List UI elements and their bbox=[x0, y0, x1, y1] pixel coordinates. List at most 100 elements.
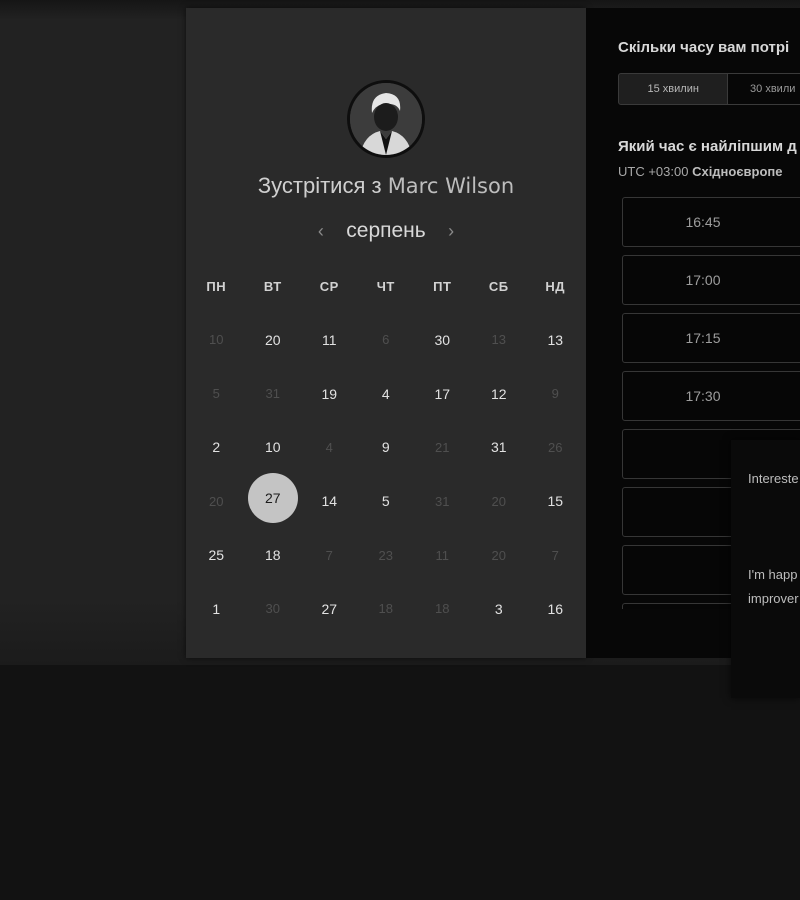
day-number: 12 bbox=[490, 385, 507, 402]
day-number: 16 bbox=[547, 600, 564, 617]
day-cell: 20 bbox=[471, 474, 528, 528]
time-slot-button[interactable]: 16:45 bbox=[622, 197, 800, 247]
day-cell[interactable]: 1 bbox=[188, 582, 245, 636]
day-number: 5 bbox=[212, 386, 220, 402]
day-cell[interactable]: 27 bbox=[301, 582, 358, 636]
day-number: 13 bbox=[547, 331, 564, 348]
calendar-panel: Зустрітися з Marc Wilson ‹ серпень › ПН … bbox=[186, 8, 586, 658]
day-number: 30 bbox=[265, 601, 280, 617]
day-number: 25 bbox=[208, 547, 225, 564]
day-cell-selected[interactable]: 27 bbox=[245, 473, 302, 528]
chat-message-paragraph: I'm happ insight ir use our p improver p… bbox=[748, 567, 800, 606]
day-cell: 18 bbox=[358, 582, 415, 636]
day-number: 10 bbox=[209, 332, 224, 348]
day-cell[interactable]: 14 bbox=[301, 474, 358, 528]
day-number: 23 bbox=[378, 547, 393, 563]
day-cell: 7 bbox=[301, 528, 358, 582]
day-cell: 31 bbox=[414, 474, 471, 528]
day-number: 2 bbox=[212, 439, 221, 456]
day-number: 31 bbox=[435, 493, 450, 509]
timezone-offset: UTC +03:00 bbox=[618, 164, 689, 179]
weekday-sun: НД bbox=[545, 279, 566, 294]
day-number: 18 bbox=[378, 601, 393, 617]
day-number: 30 bbox=[434, 331, 451, 348]
booking-widget: Зустрітися з Marc Wilson ‹ серпень › ПН … bbox=[186, 8, 800, 658]
day-cell[interactable]: 5 bbox=[358, 474, 415, 528]
page: Зустрітися з Marc Wilson ‹ серпень › ПН … bbox=[0, 0, 800, 900]
day-number: 7 bbox=[551, 547, 559, 563]
day-number: 4 bbox=[325, 439, 333, 455]
time-slot-button[interactable]: 17:15 bbox=[622, 313, 800, 363]
day-cell[interactable]: 17 bbox=[414, 367, 471, 421]
meeting-title: Зустрітися з Marc Wilson bbox=[186, 173, 586, 199]
day-cell[interactable]: 30 bbox=[414, 313, 471, 367]
day-cell[interactable]: 2 bbox=[188, 421, 245, 475]
day-number: 10 bbox=[264, 439, 281, 456]
day-number: 6 bbox=[382, 332, 390, 348]
day-cell: 4 bbox=[301, 421, 358, 475]
day-cell[interactable]: 12 bbox=[471, 367, 528, 421]
day-cell[interactable]: 3 bbox=[471, 582, 528, 636]
day-cell: 5 bbox=[188, 367, 245, 421]
host-name: Marc Wilson bbox=[387, 174, 515, 198]
day-cell: 13 bbox=[471, 313, 528, 367]
day-number: 31 bbox=[265, 386, 280, 402]
day-cell[interactable]: 4 bbox=[358, 367, 415, 421]
day-cell[interactable]: 16 bbox=[527, 582, 584, 636]
day-number: 14 bbox=[321, 493, 338, 510]
weekday-thu: ЧТ bbox=[376, 279, 395, 294]
day-cell: 23 bbox=[358, 528, 415, 582]
day-cell[interactable]: 15 bbox=[527, 474, 584, 528]
day-cell[interactable]: 25 bbox=[188, 528, 245, 582]
weekday-tue: ВТ bbox=[263, 279, 282, 294]
time-slot-button[interactable]: 17:30 bbox=[622, 371, 800, 421]
day-cell[interactable]: 9 bbox=[358, 421, 415, 475]
day-cell: 20 bbox=[188, 474, 245, 528]
duration-tab-30[interactable]: 30 хвили bbox=[728, 73, 800, 105]
month-navigation: ‹ серпень › bbox=[186, 219, 586, 249]
timezone-name[interactable]: Східноєвропе bbox=[692, 164, 782, 179]
time-slot-button[interactable]: 17:00 bbox=[622, 255, 800, 305]
weekday-fri: ПТ bbox=[433, 279, 452, 294]
timezone-label: UTC +03:00 Східноєвропе bbox=[618, 164, 783, 179]
day-number: 31 bbox=[490, 439, 507, 456]
day-number: 18 bbox=[435, 601, 450, 617]
day-number: 9 bbox=[381, 439, 390, 456]
duration-question: Скільки часу вам потрі bbox=[618, 39, 790, 56]
chat-popup[interactable]: Intereste Manage departm I'm happ insigh… bbox=[731, 440, 800, 698]
prev-month-icon[interactable]: ‹ bbox=[310, 221, 332, 242]
day-number: 13 bbox=[491, 332, 506, 348]
day-number: 26 bbox=[548, 439, 563, 455]
day-number: 7 bbox=[325, 547, 333, 563]
day-cell: 30 bbox=[245, 582, 302, 636]
duration-tab-15[interactable]: 15 хвилин bbox=[618, 73, 729, 105]
weekday-mon: ПН bbox=[206, 279, 227, 294]
chat-message-paragraph: Intereste Manage departm bbox=[748, 471, 800, 486]
day-number: 3 bbox=[494, 600, 503, 617]
month-label: серпень bbox=[346, 219, 426, 242]
day-number: 5 bbox=[381, 493, 390, 510]
host-avatar bbox=[347, 80, 425, 158]
day-cell: 7 bbox=[527, 528, 584, 582]
meeting-title-prefix: Зустрітися з bbox=[257, 173, 382, 198]
day-number: 15 bbox=[547, 493, 564, 510]
day-cell[interactable]: 11 bbox=[301, 313, 358, 367]
day-number: 21 bbox=[435, 439, 450, 455]
day-number: 1 bbox=[212, 600, 221, 617]
day-cell: 9 bbox=[527, 367, 584, 421]
day-number: 27 bbox=[247, 473, 298, 524]
day-cell[interactable]: 13 bbox=[527, 313, 584, 367]
day-number: 11 bbox=[321, 331, 337, 348]
day-number: 4 bbox=[381, 385, 390, 402]
day-number: 9 bbox=[551, 386, 559, 402]
day-cell[interactable]: 18 bbox=[245, 528, 302, 582]
day-number: 20 bbox=[491, 547, 506, 563]
day-cell[interactable]: 20 bbox=[245, 313, 302, 367]
weekday-wed: СР bbox=[319, 279, 339, 294]
day-cell: 21 bbox=[414, 421, 471, 475]
day-cell[interactable]: 10 bbox=[245, 421, 302, 475]
next-month-icon[interactable]: › bbox=[440, 221, 462, 242]
weekday-header: ПН ВТ СР ЧТ ПТ СБ НД bbox=[188, 279, 584, 294]
day-cell[interactable]: 19 bbox=[301, 367, 358, 421]
day-cell[interactable]: 31 bbox=[471, 421, 528, 475]
